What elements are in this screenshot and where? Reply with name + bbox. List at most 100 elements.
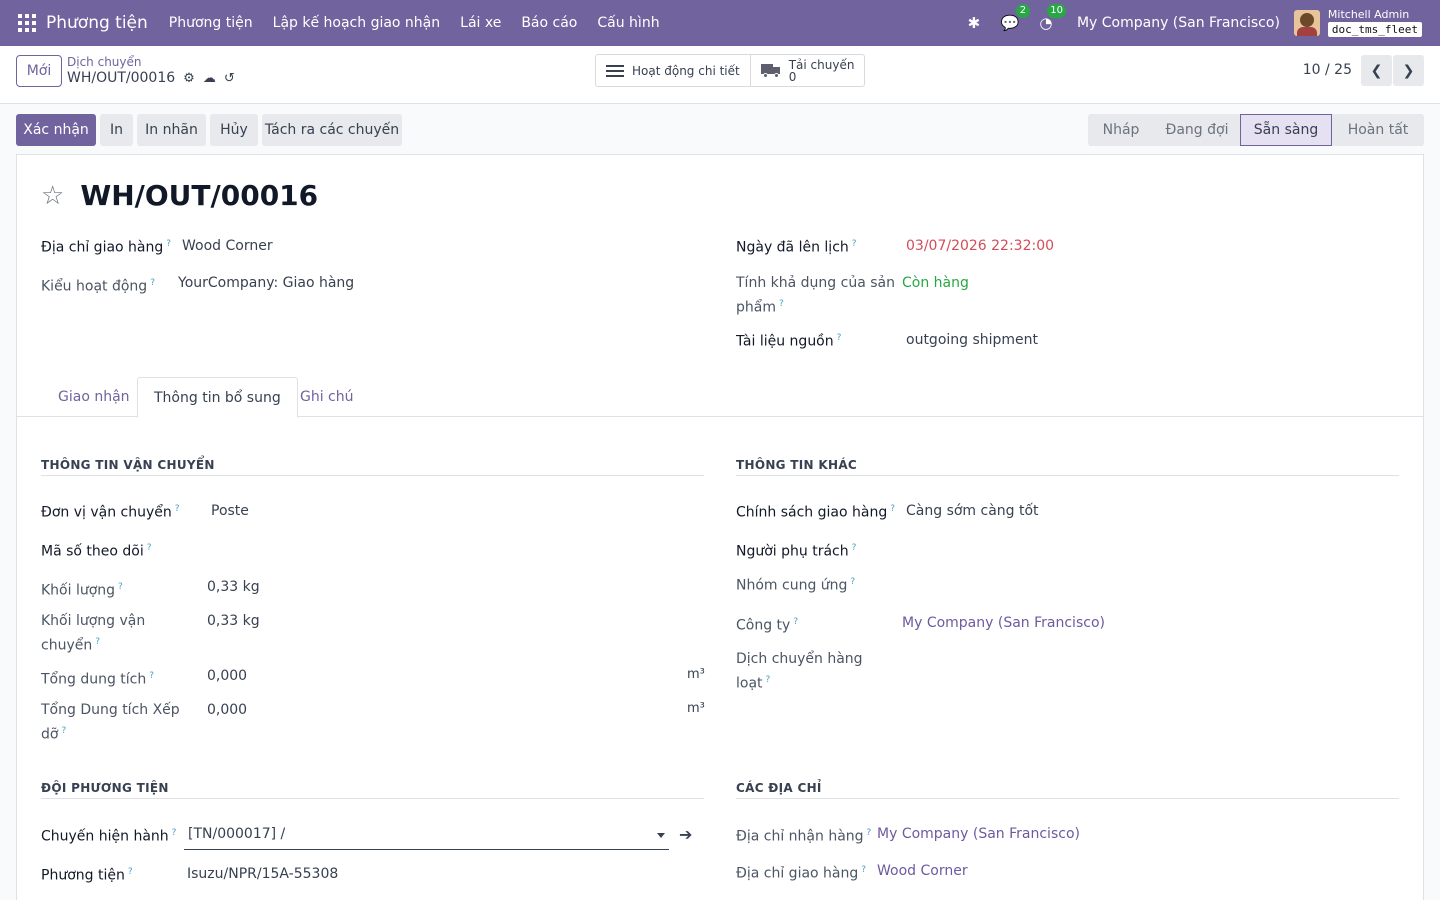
chevron-left-icon: ❮ [1370, 62, 1383, 79]
company-label: Công ty? [736, 617, 799, 634]
current-trip-select[interactable]: [TN/000017] / [184, 823, 669, 850]
new-button[interactable]: Mới [16, 55, 62, 87]
pager-previous-button[interactable]: ❮ [1361, 55, 1392, 86]
internal-link-arrow-icon[interactable]: ➔ [679, 825, 692, 844]
pallet-volume-value: 0,000 [207, 702, 248, 718]
control-panel: Mới Dịch chuyển WH/OUT/00016 ⚙ ☁ ↺ Hoạt … [0, 46, 1440, 104]
menu-item-vehicles[interactable]: Phương tiện [159, 15, 263, 31]
apps-menu-icon[interactable] [18, 14, 36, 32]
discard-undo-icon[interactable]: ↺ [224, 71, 235, 86]
vehicle-value[interactable]: Isuzu/NPR/15A-55308 [187, 864, 338, 885]
trips-button[interactable]: Tải chuyến 0 [749, 55, 865, 86]
form-sheet: ☆ WH/OUT/00016 Địa chỉ giao hàng? Wood C… [16, 154, 1424, 900]
notebook-tabs: Giao nhận Thông tin bổ sung Ghi chú [17, 377, 1423, 418]
stage-pipeline: Nháp Đang đợi Sẵn sàng Hoàn tất [1088, 114, 1424, 146]
vehicle-label: Phương tiện? [41, 867, 133, 884]
help-icon[interactable]: ? [850, 577, 855, 587]
source-document-value[interactable]: outgoing shipment [906, 330, 1038, 351]
print-button[interactable]: In [100, 114, 133, 146]
operation-type-value[interactable]: YourCompany: Giao hàng [178, 273, 354, 294]
scheduled-date-label: Ngày đã lên lịch? [736, 239, 857, 256]
tab-note[interactable]: Ghi chú [284, 377, 370, 417]
stage-draft[interactable]: Nháp [1088, 114, 1154, 146]
debug-bug-icon[interactable]: ✱ [963, 13, 985, 33]
gear-icon[interactable]: ⚙ [183, 71, 195, 86]
database-name: doc_tms_fleet [1327, 22, 1422, 37]
user-menu[interactable]: Mitchell Admin doc_tms_fleet [1327, 9, 1422, 37]
help-icon[interactable]: ? [172, 828, 177, 838]
scheduled-date-value[interactable]: 03/07/2026 22:32:00 [906, 236, 1054, 257]
deliver-address-label: Địa chỉ giao hàng? [736, 865, 867, 882]
total-volume-label: Tổng dung tích? [41, 671, 155, 688]
tab-operations[interactable]: Giao nhận [42, 377, 146, 417]
menu-item-configuration[interactable]: Cấu hình [587, 15, 669, 31]
help-icon[interactable]: ? [149, 671, 154, 681]
shipping-policy-value[interactable]: Càng sớm càng tốt [906, 501, 1039, 522]
procurement-group-label: Nhóm cung ứng? [736, 577, 856, 594]
help-icon[interactable]: ? [837, 333, 842, 343]
stage-ready[interactable]: Sẵn sàng [1240, 114, 1332, 146]
validate-button[interactable]: Xác nhận [16, 114, 96, 146]
print-labels-button[interactable]: In nhãn [137, 114, 206, 146]
help-icon[interactable]: ? [861, 865, 866, 875]
cloud-save-icon[interactable]: ☁ [203, 71, 216, 86]
total-volume-value: 0,000 [207, 668, 248, 684]
main-menu: Phương tiện Lập kế hoạch giao nhận Lái x… [159, 15, 670, 31]
user-avatar[interactable] [1293, 10, 1320, 36]
pager-value[interactable]: 10 / 25 [1303, 62, 1352, 78]
messages-chat-icon[interactable]: 💬 2 [999, 4, 1030, 33]
menu-item-drivers[interactable]: Lái xe [450, 15, 511, 31]
tab-additional-info[interactable]: Thông tin bổ sung [137, 377, 298, 418]
cancel-button[interactable]: Hủy [210, 114, 258, 146]
help-icon[interactable]: ? [128, 867, 133, 877]
pager-next-button[interactable]: ❯ [1393, 55, 1424, 86]
total-volume-unit: m³ [687, 667, 705, 682]
deliver-address-value[interactable]: Wood Corner [877, 861, 968, 882]
shipping-info-section-title: THÔNG TIN VẬN CHUYỂN [41, 458, 704, 476]
delivery-address-value[interactable]: Wood Corner [182, 236, 273, 257]
help-icon[interactable]: ? [779, 299, 784, 309]
responsible-label: Người phụ trách? [736, 543, 857, 560]
top-navbar: Phương tiện Phương tiện Lập kế hoạch gia… [0, 0, 1440, 46]
help-icon[interactable]: ? [147, 543, 152, 553]
help-icon[interactable]: ? [867, 828, 872, 838]
breadcrumb-current: WH/OUT/00016 [67, 70, 176, 86]
pallet-volume-label: Tổng Dung tích Xếp dỡ? [41, 702, 180, 743]
receive-address-value[interactable]: My Company (San Francisco) [877, 824, 1080, 845]
company-value[interactable]: My Company (San Francisco) [902, 613, 1105, 634]
dropdown-caret-icon[interactable] [657, 833, 665, 838]
menu-item-reports[interactable]: Báo cáo [511, 15, 587, 31]
activities-clock-icon[interactable]: ◔ 10 [1035, 4, 1066, 33]
help-icon[interactable]: ? [61, 726, 66, 736]
stage-done[interactable]: Hoàn tất [1332, 114, 1424, 146]
help-icon[interactable]: ? [166, 239, 171, 249]
other-info-section-title: THÔNG TIN KHÁC [736, 458, 1399, 476]
favorite-star-icon[interactable]: ☆ [41, 181, 64, 211]
help-icon[interactable]: ? [95, 637, 100, 647]
carrier-label: Đơn vị vận chuyển? [41, 504, 180, 521]
help-icon[interactable]: ? [150, 278, 155, 288]
activities-badge: 10 [1047, 4, 1066, 18]
carrier-value[interactable]: Poste [211, 501, 249, 522]
detailed-operations-label: Hoạt động chi tiết [632, 63, 740, 78]
shipping-policy-label: Chính sách giao hàng? [736, 504, 895, 521]
split-trips-button[interactable]: Tách ra các chuyến [262, 114, 402, 146]
help-icon[interactable]: ? [852, 543, 857, 553]
help-icon[interactable]: ? [852, 239, 857, 249]
help-icon[interactable]: ? [766, 675, 771, 685]
breadcrumb: Dịch chuyển WH/OUT/00016 ⚙ ☁ ↺ [67, 55, 235, 87]
batch-transfer-label: Dịch chuyển hàng loạt? [736, 651, 863, 692]
help-icon[interactable]: ? [175, 504, 180, 514]
current-trip-label: Chuyến hiện hành? [41, 828, 177, 845]
status-bar: Xác nhận In In nhãn Hủy Tách ra các chuy… [16, 114, 1424, 146]
menu-item-dispatch-planning[interactable]: Lập kế hoạch giao nhận [263, 15, 451, 31]
help-icon[interactable]: ? [118, 582, 123, 592]
app-name[interactable]: Phương tiện [46, 13, 148, 33]
help-icon[interactable]: ? [890, 504, 895, 514]
company-switcher[interactable]: My Company (San Francisco) [1077, 15, 1280, 31]
smart-buttons: Hoạt động chi tiết Tải chuyến 0 [595, 54, 866, 87]
detailed-operations-button[interactable]: Hoạt động chi tiết [596, 55, 750, 86]
breadcrumb-parent[interactable]: Dịch chuyển [67, 55, 235, 69]
stage-waiting[interactable]: Đang đợi [1154, 114, 1240, 146]
help-icon[interactable]: ? [793, 617, 798, 627]
